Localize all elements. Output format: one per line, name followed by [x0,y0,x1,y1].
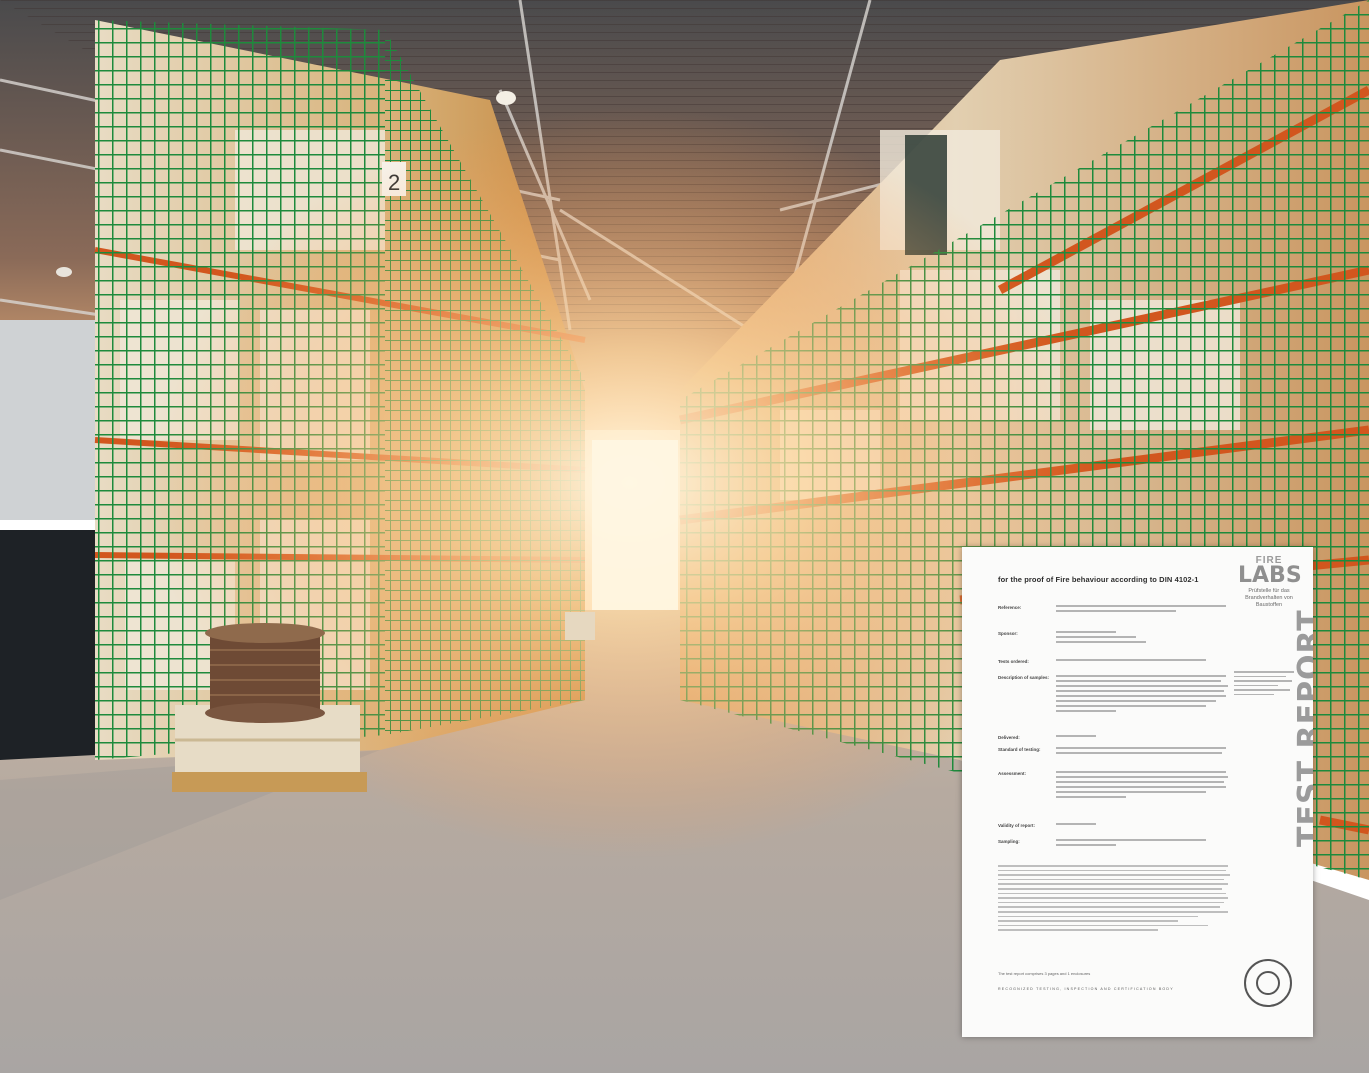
field-reference-value [1056,605,1236,615]
report-title: for the proof of Fire behaviour accordin… [998,575,1199,584]
logo-main-text: LABS [1238,563,1302,588]
far-doorway [592,440,678,610]
report-footer-band: RECOGNIZED TESTING, INSPECTION AND CERTI… [998,987,1174,991]
field-validity-value [1056,823,1236,828]
field-assessment-value [1056,771,1236,801]
field-sponsor-value [1056,631,1236,646]
field-delivered-value [1056,735,1236,740]
field-standard: Standard of testing: [998,747,1041,752]
field-reference: Reference: [998,605,1022,610]
field-standard-value [1056,747,1236,757]
field-sponsor: Sponsor: [998,631,1018,636]
fire-labs-logo: FIRE LABS Prüfstelle für das Brandverhal… [1238,555,1302,609]
field-tests-ordered: Tests ordered: [998,659,1029,664]
report-footer-note: The test report comprises 3 pages and 1 … [998,971,1091,976]
field-delivered: Delivered: [998,735,1020,740]
field-validity: Validity of report: [998,823,1036,828]
field-description: Description of samples: [998,675,1050,680]
field-assessment: Assessment: [998,771,1027,776]
field-sampling: Sampling: [998,839,1020,844]
field-tests-ordered-value [1056,659,1236,664]
small-pallet [565,612,595,640]
field-sampling-value [1056,839,1236,849]
report-notes [998,865,1234,934]
field-description-value [1056,675,1236,715]
test-report-document: for the proof of Fire behaviour accordin… [962,547,1313,1037]
certification-seal-icon [1244,959,1292,1007]
test-report-vertical-label: TEST REPORT [1292,609,1313,847]
logo-subtitle: Prüfstelle für das Brandverhalten von Ba… [1245,588,1293,608]
